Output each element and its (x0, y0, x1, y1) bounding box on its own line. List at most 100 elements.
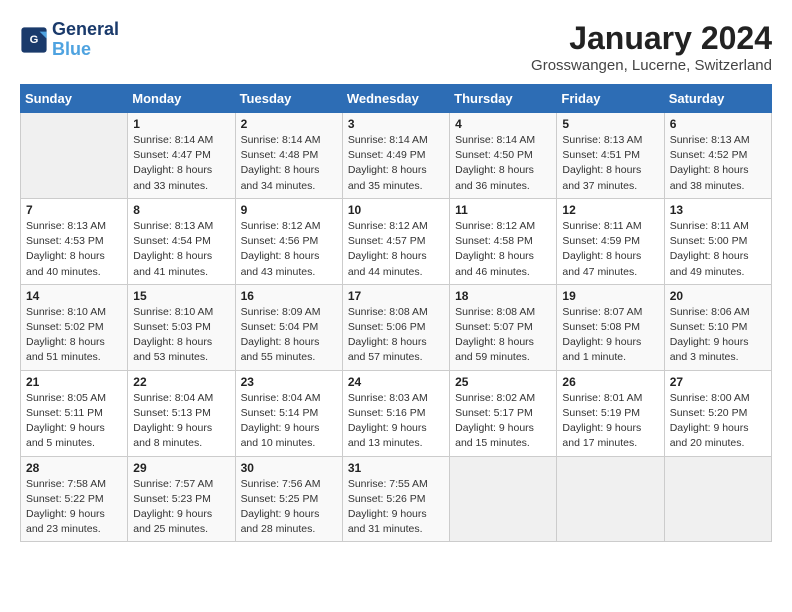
day-info: Sunrise: 8:14 AMSunset: 4:47 PMDaylight:… (133, 133, 229, 194)
day-number: 24 (348, 375, 444, 389)
day-number: 28 (26, 461, 122, 475)
calendar-cell: 9 Sunrise: 8:12 AM Sunset: 4:56 PM Daylight… (235, 198, 342, 284)
day-info: Sunrise: 8:14 AMSunset: 4:50 PMDaylight:… (455, 133, 551, 194)
day-info-line: Sunset: 5:26 PM (348, 493, 426, 505)
day-number: 16 (241, 289, 337, 303)
day-number: 15 (133, 289, 229, 303)
day-info-line: and 13 minutes. (348, 437, 423, 449)
day-number: 11 (455, 203, 551, 217)
day-info: Sunrise: 8:14 AMSunset: 4:49 PMDaylight:… (348, 133, 444, 194)
day-info: Sunrise: 8:08 AMSunset: 5:07 PMDaylight:… (455, 305, 551, 366)
day-info-line: Sunrise: 8:13 AM (133, 220, 213, 232)
day-number: 7 (26, 203, 122, 217)
header-day-sunday: Sunday (21, 85, 128, 113)
calendar-cell: 14Sunrise: 8:10 AMSunset: 5:02 PMDayligh… (21, 284, 128, 370)
day-info: Sunrise: 8:04 AMSunset: 5:13 PMDaylight:… (133, 391, 229, 452)
day-info-line: and 41 minutes. (133, 266, 208, 278)
calendar-cell: 21Sunrise: 8:05 AMSunset: 5:11 PMDayligh… (21, 370, 128, 456)
calendar-body: 1Sunrise: 8:14 AMSunset: 4:47 PMDaylight… (21, 113, 772, 542)
day-info-line: and 43 minutes. (241, 266, 316, 278)
day-info: Sunrise: 8:04 AMSunset: 5:14 PMDaylight:… (241, 391, 337, 452)
logo: G General Blue (20, 20, 119, 60)
day-info-line: Sunrise: 7:55 AM (348, 478, 428, 490)
day-info-line: and 25 minutes. (133, 523, 208, 535)
day-info-line: Sunrise: 8:14 AM (455, 134, 535, 146)
day-info-line: and 23 minutes. (26, 523, 101, 535)
calendar-cell: 16 Sunrise: 8:09 AMSunset: 5:04 PMDayligh… (235, 284, 342, 370)
calendar-cell: 2Sunrise: 8:14 AMSunset: 4:48 PMDaylight… (235, 113, 342, 199)
day-info-line: Sunrise: 8:13 AM (26, 220, 106, 232)
day-info-line: Daylight: 8 hours (241, 250, 320, 262)
day-info: Sunrise: 7:55 AM Sunset: 5:26 PM Daylight:… (348, 477, 444, 538)
day-info-line: Sunset: 5:20 PM (670, 407, 748, 419)
day-info-line: Sunrise: 8:11 AM (562, 220, 641, 232)
day-info-line: Daylight: 8 hours (562, 164, 641, 176)
calendar-cell: 30Sunrise: 7:56 AMSunset: 5:25 PMDayligh… (235, 456, 342, 542)
day-info-line: Sunset: 4:56 PM (241, 235, 319, 247)
day-number: 17 (348, 289, 444, 303)
day-info-line: Daylight: 9 hours (26, 508, 105, 520)
calendar-header: SundayMondayTuesdayWednesdayThursdayFrid… (21, 85, 772, 113)
day-info-line: Daylight: 8 hours (348, 164, 427, 176)
day-info: Sunrise: 8:05 AMSunset: 5:11 PMDaylight:… (26, 391, 122, 452)
day-info-line: Daylight: 9 hours (241, 508, 320, 520)
header-day-thursday: Thursday (450, 85, 557, 113)
day-info-line: Daylight: 9 hours (348, 508, 427, 520)
day-info-line: Daylight: 9 hours (348, 422, 427, 434)
day-number: 19 (562, 289, 658, 303)
day-number: 25 (455, 375, 551, 389)
calendar-cell: 3 Sunrise: 8:14 AMSunset: 4:49 PMDaylight… (342, 113, 449, 199)
day-info-line: Sunset: 5:02 PM (26, 321, 104, 333)
day-info-line: Sunrise: 8:11 AM (670, 220, 749, 232)
day-info-line: Daylight: 8 hours (562, 250, 641, 262)
day-number: 30 (241, 461, 337, 475)
day-info-line: Daylight: 8 hours (133, 336, 212, 348)
day-info: Sunrise: 8:12 AMSunset: 4:58 PMDaylight:… (455, 219, 551, 280)
day-info: Sunrise: 8:10 AMSunset: 5:02 PMDaylight:… (26, 305, 122, 366)
day-info-line: Daylight: 9 hours (670, 336, 749, 348)
header-day-tuesday: Tuesday (235, 85, 342, 113)
day-info-line: Sunset: 5:11 PM (26, 407, 103, 419)
day-info-line: and 55 minutes. (241, 351, 316, 363)
day-info-line: Daylight: 9 hours (133, 422, 212, 434)
day-info-line: Sunrise: 8:04 AM (133, 392, 213, 404)
logo-text: General Blue (52, 20, 119, 60)
header: G General Blue January 2024 Grosswangen,… (20, 20, 772, 74)
day-info-line: Daylight: 8 hours (348, 250, 427, 262)
day-info-line: Sunrise: 8:07 AM (562, 306, 642, 318)
day-info-line: Daylight: 8 hours (455, 336, 534, 348)
day-info-line: Sunrise: 8:14 AM (241, 134, 321, 146)
calendar-cell: 7Sunrise: 8:13 AMSunset: 4:53 PMDaylight… (21, 198, 128, 284)
day-info-line: Sunrise: 8:13 AM (670, 134, 750, 146)
day-info: Sunrise: 8:13 AMSunset: 4:52 PMDaylight:… (670, 133, 766, 194)
day-info: Sunrise: 8:01 AMSunset: 5:19 PMDaylight:… (562, 391, 658, 452)
day-info-line: Sunset: 5:06 PM (348, 321, 426, 333)
day-info-line: and 38 minutes. (670, 180, 745, 192)
day-info-line: and 57 minutes. (348, 351, 423, 363)
day-info-line: and 44 minutes. (348, 266, 423, 278)
day-number: 26 (562, 375, 658, 389)
calendar-cell: 10Sunrise: 8:12 AMSunset: 4:57 PMDayligh… (342, 198, 449, 284)
day-info-line: and 53 minutes. (133, 351, 208, 363)
day-number: 9 (241, 203, 337, 217)
day-info-line: Sunset: 5:00 PM (670, 235, 748, 247)
day-info-line: Sunrise: 8:12 AM (348, 220, 428, 232)
day-info-line: Sunrise: 8:12 AM (241, 220, 321, 232)
day-info-line: Sunset: 5:04 PM (241, 321, 319, 333)
day-info-line: Sunset: 5:23 PM (133, 493, 211, 505)
week-row-2: 7Sunrise: 8:13 AMSunset: 4:53 PMDaylight… (21, 198, 772, 284)
week-row-4: 21Sunrise: 8:05 AMSunset: 5:11 PMDayligh… (21, 370, 772, 456)
day-number: 20 (670, 289, 766, 303)
day-info: Sunrise: 8:06 AMSunset: 5:10 PMDaylight:… (670, 305, 766, 366)
day-info-line: Sunset: 4:48 PM (241, 149, 319, 161)
day-number: 6 (670, 117, 766, 131)
day-info: Sunrise: 8:12 AMSunset: 4:57 PMDaylight:… (348, 219, 444, 280)
header-row: SundayMondayTuesdayWednesdayThursdayFrid… (21, 85, 772, 113)
calendar-cell: 20 Sunrise: 8:06 AMSunset: 5:10 PMDayligh… (664, 284, 771, 370)
calendar-subtitle: Grosswangen, Lucerne, Switzerland (531, 57, 772, 74)
day-info-line: and 31 minutes. (348, 523, 423, 535)
day-info: Sunrise: 8:09 AMSunset: 5:04 PMDaylight:… (241, 305, 337, 366)
week-row-1: 1Sunrise: 8:14 AMSunset: 4:47 PMDaylight… (21, 113, 772, 199)
day-number: 3 (348, 117, 444, 131)
day-number: 18 (455, 289, 551, 303)
